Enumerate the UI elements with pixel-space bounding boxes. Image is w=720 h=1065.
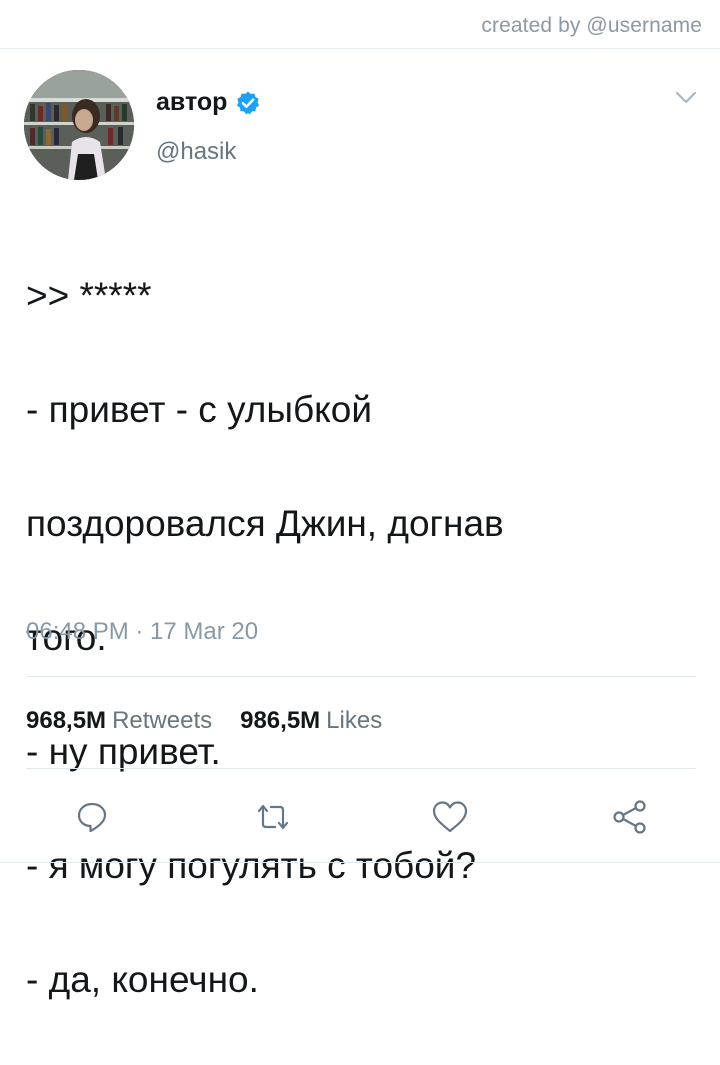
bottom-divider bbox=[0, 862, 720, 863]
share-button[interactable] bbox=[610, 795, 650, 839]
retweets-count: 968,5M bbox=[26, 707, 107, 734]
reply-button[interactable] bbox=[72, 795, 112, 839]
tweet-line: - привет - с улыбкой bbox=[26, 389, 372, 430]
tweet-line: - да, конечно. bbox=[26, 959, 259, 1000]
action-bar bbox=[0, 795, 720, 839]
author-name-text: автор bbox=[156, 88, 228, 116]
heart-icon bbox=[432, 801, 468, 833]
likes-count: 986,5M bbox=[240, 707, 321, 734]
chevron-down-icon[interactable] bbox=[674, 90, 698, 106]
reply-icon bbox=[77, 802, 107, 833]
avatar[interactable] bbox=[24, 70, 134, 180]
tweet-line: >> ***** bbox=[26, 275, 152, 316]
likes-label: Likes bbox=[326, 707, 383, 734]
divider bbox=[26, 768, 696, 769]
like-button[interactable] bbox=[430, 795, 470, 839]
tweet-stats: 968,5M Retweets 986,5M Likes bbox=[26, 707, 396, 735]
retweets-stat[interactable]: 968,5M Retweets bbox=[26, 707, 212, 735]
author-name[interactable]: автор bbox=[156, 88, 261, 117]
likes-stat[interactable]: 986,5M Likes bbox=[240, 707, 382, 735]
verified-badge-icon bbox=[237, 91, 260, 114]
share-icon bbox=[613, 800, 646, 834]
tweet-line: поздоровался Джин, догнав bbox=[26, 503, 504, 544]
avatar-image bbox=[24, 70, 134, 180]
retweets-label: Retweets bbox=[112, 707, 213, 734]
author-handle[interactable]: @hasik bbox=[156, 138, 236, 166]
retweet-button[interactable] bbox=[253, 795, 293, 839]
retweet-icon bbox=[257, 804, 289, 830]
tweet-line: - я могу погулять с тобой? bbox=[26, 845, 477, 886]
watermark-text: created by @username bbox=[481, 14, 702, 37]
tweet-timestamp[interactable]: 06:48 PM · 17 Mar 20 bbox=[26, 618, 258, 646]
divider bbox=[26, 676, 696, 677]
top-divider bbox=[0, 48, 720, 49]
